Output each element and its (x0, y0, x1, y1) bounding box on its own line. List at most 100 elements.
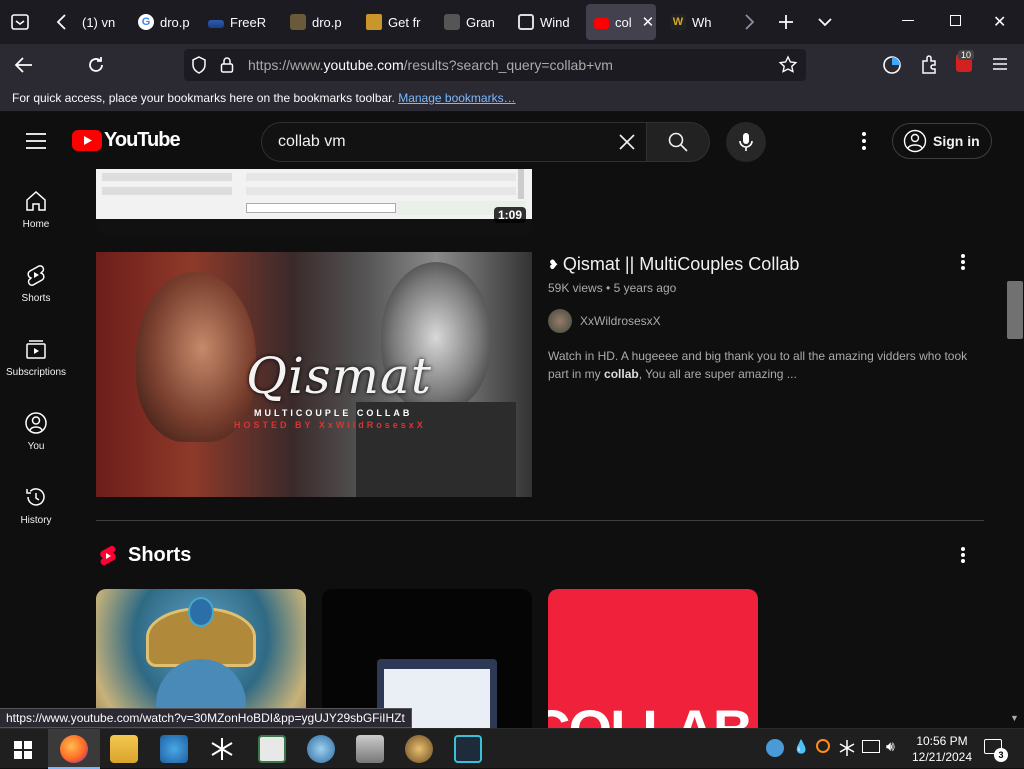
scroll-down-arrow-icon[interactable]: ▼ (1010, 713, 1019, 723)
url-domain: youtube.com (323, 57, 404, 73)
account-sync-icon[interactable] (882, 55, 902, 75)
settings-more-icon[interactable] (861, 131, 867, 151)
app-menu-icon[interactable] (992, 56, 1008, 72)
youtube-logo-icon (72, 130, 102, 151)
volume-icon[interactable]: 🔊︎ (886, 738, 895, 755)
channel-avatar[interactable] (548, 309, 572, 333)
close-window-icon[interactable]: ✕ (993, 12, 1006, 32)
tab-label: col (615, 14, 632, 30)
file-explorer-icon[interactable] (110, 735, 138, 763)
vs-app-icon[interactable] (454, 735, 482, 763)
taskbar-clock[interactable]: 10:56 PM 12/21/2024 (910, 733, 974, 765)
channel-name[interactable]: XxWildrosesxX (580, 314, 661, 328)
page-scrollbar[interactable]: ▼ (1006, 169, 1024, 728)
video-title-link[interactable]: Qismat || MultiCouples Collab (563, 254, 799, 275)
reload-icon[interactable] (86, 55, 106, 75)
tray-search-icon[interactable] (816, 739, 830, 753)
sidebar-item-label: Shorts (21, 293, 51, 304)
sidebar-item-shorts[interactable]: Shorts (0, 263, 72, 304)
tab-7[interactable]: Wind (510, 4, 576, 40)
browser-tab-bar: (1) vn G dro.p FreeR dro.p Get fr Gran W… (0, 0, 1024, 44)
url-text[interactable]: https://www.youtube.com/results?search_q… (248, 57, 613, 73)
network-icon[interactable] (862, 740, 880, 753)
sidebar-item-label: History (20, 515, 52, 526)
voice-search-button[interactable] (726, 122, 766, 162)
url-bar[interactable]: https://www.youtube.com/results?search_q… (184, 49, 806, 81)
new-tab-icon[interactable] (777, 13, 795, 31)
sidebar-item-label: Home (22, 219, 50, 230)
tab-label: dro.p (312, 14, 342, 30)
tab-active-youtube[interactable]: col ✕ (586, 4, 656, 40)
sidebar-item-history[interactable]: History (0, 485, 72, 526)
tab-2[interactable]: G dro.p (130, 4, 194, 40)
history-icon (26, 488, 45, 506)
search-results: 1:09 Qismat MULTICOUPLE COLLAB HOSTED BY… (72, 169, 1024, 728)
globe-app-icon[interactable] (307, 735, 335, 763)
heart-emoji-icon: ❥ (548, 256, 559, 272)
sidebar-item-subscriptions[interactable]: Subscriptions (0, 337, 72, 378)
tabs-scroll-right-icon[interactable] (742, 13, 756, 31)
sidebar-item-home[interactable]: Home (0, 189, 72, 230)
sidebar-item-you[interactable]: You (0, 411, 72, 452)
tab-9[interactable]: W Wh (662, 4, 724, 40)
tray-snowflake-icon[interactable] (838, 739, 856, 757)
tab-list-icon[interactable] (10, 12, 30, 32)
tab-6[interactable]: Gran (436, 4, 498, 40)
people-app-icon[interactable] (160, 735, 188, 763)
guide-menu-icon[interactable] (26, 133, 46, 149)
sidebar-item-label: Subscriptions (5, 367, 67, 378)
minimize-icon[interactable] (902, 20, 914, 21)
video-action-menu-icon[interactable] (960, 253, 966, 271)
search-input[interactable]: collab vm (261, 122, 647, 162)
monitor-app-icon[interactable] (258, 735, 286, 763)
shorts-logo-icon (100, 545, 116, 565)
channel-link[interactable]: XxWildrosesxX (548, 309, 968, 333)
sidebar-item-label: You (27, 441, 45, 452)
extension-badge: 10 (958, 50, 975, 60)
firefox-icon[interactable] (60, 735, 88, 763)
scrollbar-thumb[interactable] (1007, 281, 1023, 339)
shorts-menu-icon[interactable] (960, 546, 966, 564)
tab-5[interactable]: Get fr (358, 4, 422, 40)
manage-bookmarks-link[interactable]: Manage bookmarks… (398, 91, 515, 105)
short-thumbnail-3[interactable]: COLLAB (548, 589, 758, 728)
tray-droplet-icon[interactable]: 💧 (793, 739, 809, 755)
tab-1[interactable]: (1) vn (74, 4, 126, 40)
extensions-icon[interactable] (920, 55, 938, 75)
back-icon[interactable] (14, 56, 34, 74)
tab-3[interactable]: FreeR (200, 4, 272, 40)
search-button[interactable] (646, 122, 710, 162)
start-windows-icon[interactable] (14, 741, 32, 759)
sign-in-button[interactable]: Sign in (892, 123, 992, 159)
youtube-logo[interactable]: YouTube (72, 129, 181, 152)
tabs-scroll-left-icon[interactable] (55, 13, 69, 31)
archive-app-icon[interactable] (356, 735, 384, 763)
tab-label: dro.p (160, 14, 190, 30)
tray-people-icon[interactable] (766, 739, 784, 757)
snowflake-app-icon[interactable] (210, 737, 234, 761)
thumbnail-figure-left (136, 272, 256, 442)
youtube-logo-text: YouTube (104, 129, 181, 151)
tab-4[interactable]: dro.p (282, 4, 346, 40)
lock-icon[interactable] (220, 56, 234, 74)
thumbnail-title: Qismat (246, 347, 432, 405)
thumbnail-host-credit: HOSTED BY XxWildRosesxX (234, 420, 426, 430)
home-icon (26, 190, 46, 211)
clear-search-icon[interactable] (618, 133, 636, 151)
media-app-icon[interactable] (405, 735, 433, 763)
bookmarks-hint: For quick access, place your bookmarks h… (12, 91, 395, 105)
sign-in-label: Sign in (933, 133, 980, 149)
shield-icon[interactable] (190, 56, 208, 74)
link-status-url: https://www.youtube.com/watch?v=30MZonHo… (0, 708, 412, 728)
shorts-shelf-header: Shorts (98, 544, 191, 567)
mini-guide: Home Shorts Subscriptions You History (0, 169, 72, 728)
bookmark-star-icon[interactable] (778, 55, 798, 75)
video-thumbnail[interactable]: Qismat MULTICOUPLE COLLAB HOSTED BY XxWi… (96, 252, 532, 497)
maximize-icon[interactable] (950, 15, 961, 26)
tab-list-dropdown-icon[interactable] (817, 14, 833, 30)
tab-close-icon[interactable]: ✕ (642, 13, 655, 31)
w-icon: W (670, 14, 686, 30)
youtube-icon (594, 17, 609, 29)
prev-video-thumbnail[interactable]: 1:09 (96, 169, 532, 235)
gran-icon (444, 14, 460, 30)
